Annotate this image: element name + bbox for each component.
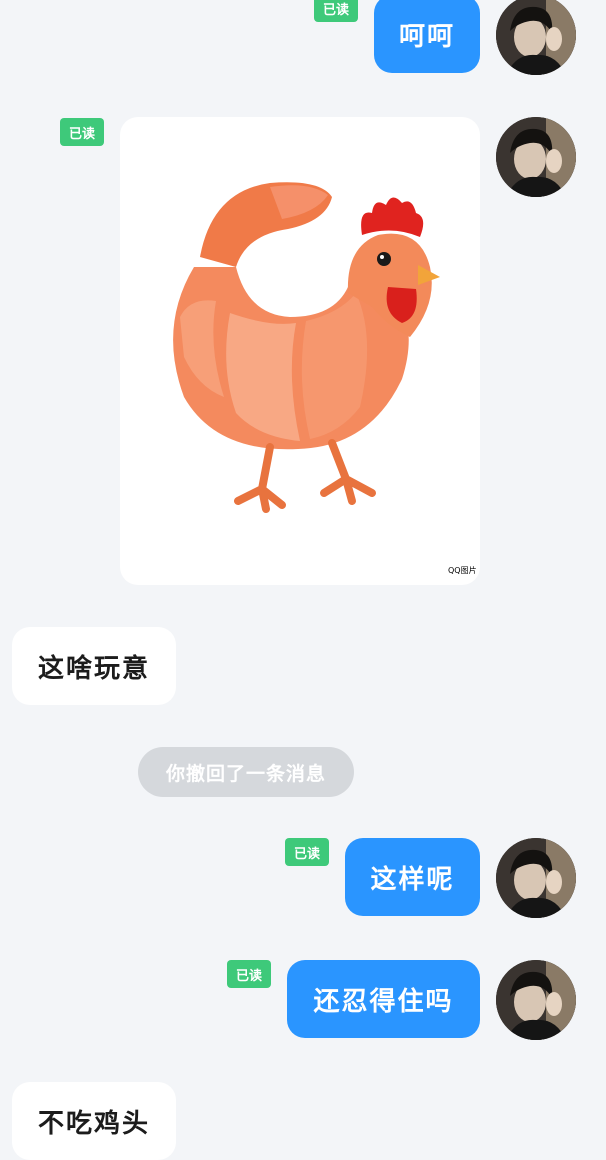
- self-avatar[interactable]: [496, 960, 576, 1040]
- read-receipt-badge: 已读: [285, 838, 329, 866]
- self-avatar[interactable]: [496, 0, 576, 75]
- avatar-photo-icon: [496, 960, 576, 1040]
- message-text: 这样呢: [370, 864, 455, 895]
- message-text: 不吃鸡头: [37, 1108, 150, 1139]
- read-receipt-label: 已读: [235, 968, 262, 984]
- message-text: 这啥玩意: [37, 653, 150, 684]
- image-watermark: QQ图片: [448, 565, 477, 575]
- avatar-photo-icon: [496, 0, 576, 75]
- outgoing-message-bubble[interactable]: 还忍得住吗: [287, 960, 480, 1038]
- image-message[interactable]: QQ图片: [120, 117, 480, 585]
- read-receipt-label: 已读: [322, 2, 349, 18]
- outgoing-message-bubble[interactable]: 呵呵: [374, 0, 480, 73]
- read-receipt-label: 已读: [293, 846, 320, 862]
- message-text: 呵呵: [398, 21, 455, 52]
- recall-notice-text: 你撤回了一条消息: [165, 762, 326, 785]
- message-text: 还忍得住吗: [313, 986, 454, 1017]
- incoming-message-bubble[interactable]: 这啥玩意: [12, 627, 176, 705]
- recall-notice: 你撤回了一条消息: [138, 747, 354, 797]
- read-receipt-badge: 已读: [227, 960, 271, 988]
- read-receipt-label: 已读: [68, 126, 95, 142]
- avatar-photo-icon: [496, 117, 576, 197]
- incoming-message-bubble[interactable]: 不吃鸡头: [12, 1082, 176, 1160]
- outgoing-message-bubble[interactable]: 这样呢: [345, 838, 480, 916]
- read-receipt-badge: 已读: [314, 0, 358, 22]
- avatar-photo-icon: [496, 838, 576, 918]
- self-avatar[interactable]: [496, 838, 576, 918]
- read-receipt-badge: 已读: [60, 118, 104, 146]
- self-avatar[interactable]: [496, 117, 576, 197]
- shrimp-chicken-sticker-icon: QQ图片: [173, 182, 477, 575]
